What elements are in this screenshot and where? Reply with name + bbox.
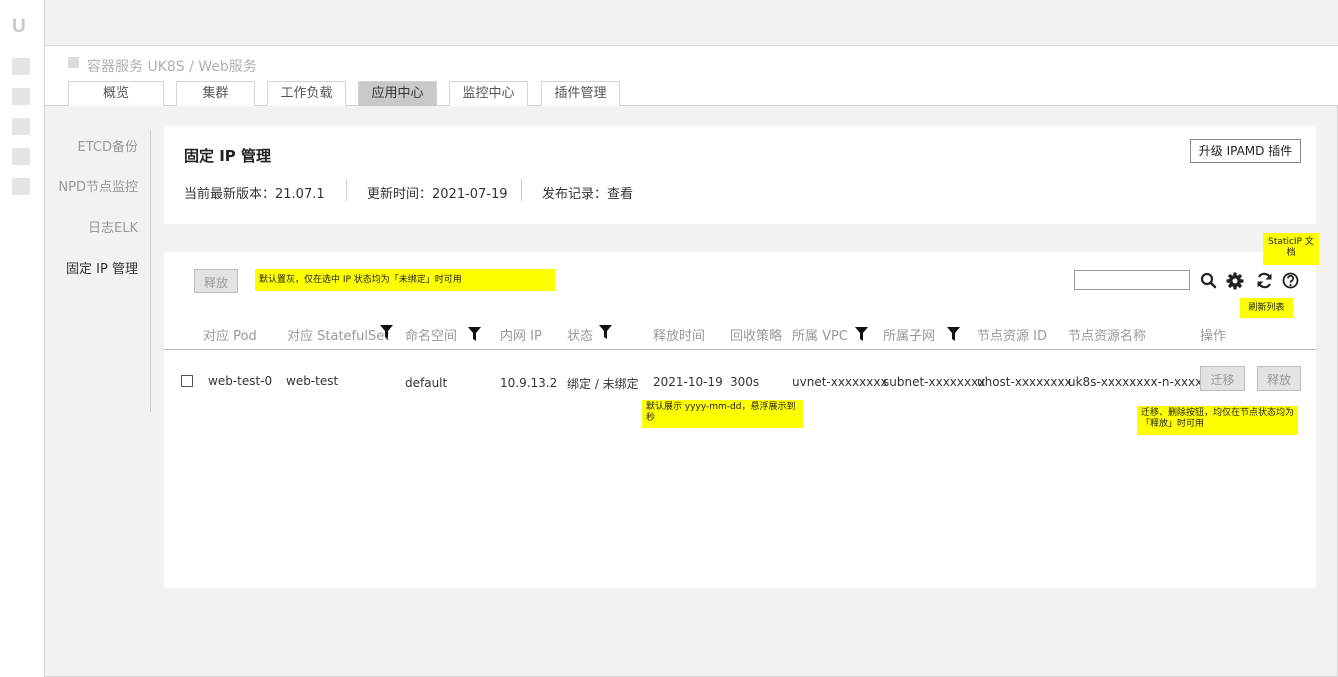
table-card: 释放 默认置灰，仅在选中 IP 状态均为「未绑定」时可用 StaticIP 文档…	[164, 233, 1319, 588]
migrate-button[interactable]: 迁移	[1200, 366, 1245, 391]
cell-namespace: default	[405, 376, 448, 390]
tab-app-center[interactable]: 应用中心	[358, 81, 437, 106]
filter-icon[interactable]	[855, 327, 868, 341]
help-icon[interactable]	[1282, 272, 1299, 289]
col-pod: 对应 Pod	[203, 329, 257, 344]
row-release-button[interactable]: 释放	[1257, 366, 1301, 391]
subnav-etcd-backup[interactable]: ETCD备份	[78, 136, 138, 155]
cell-statefulset: web-test	[286, 374, 339, 388]
filter-icon[interactable]	[380, 325, 393, 339]
subnav-log-elk[interactable]: 日志ELK	[88, 217, 138, 236]
tab-cluster[interactable]: 集群	[176, 81, 255, 106]
divider	[346, 179, 347, 201]
logo: U	[12, 16, 26, 37]
service-icon	[68, 56, 79, 68]
col-statefulset: 对应 StatefulSet	[287, 329, 390, 344]
col-ip: 内网 IP	[500, 329, 542, 344]
staticip-doc-note[interactable]: StaticIP 文档	[1263, 233, 1319, 265]
upgrade-ipamd-button[interactable]: 升级 IPAMD 插件	[1190, 139, 1301, 163]
top-bar	[45, 0, 1338, 46]
cell-node-name: uk8s-xxxxxxxx-n-xxxxx	[1068, 375, 1210, 389]
subnav-fixed-ip[interactable]: 固定 IP 管理	[66, 258, 138, 277]
ops-note: 迁移、删除按钮，均仅在节点状态均为「释放」时可用	[1137, 406, 1298, 435]
page-header: 容器服务 UK8S / Web服务 概览 集群 工作负载 应用中心 监控中心 插…	[45, 46, 1338, 106]
tab-overview[interactable]: 概览	[68, 81, 164, 106]
col-node-name: 节点资源名称	[1068, 329, 1147, 344]
cell-release-time: 2021-10-19	[653, 375, 723, 389]
subnav-divider	[150, 130, 151, 412]
time-format-note: 默认展示 yyyy-mm-dd，悬浮展示到秒	[642, 400, 803, 428]
refresh-list-note: 刷新列表	[1240, 298, 1293, 318]
filter-icon[interactable]	[468, 327, 481, 341]
col-actions: 操作	[1200, 329, 1227, 344]
nav-icon-1[interactable]	[12, 58, 30, 75]
refresh-icon[interactable]	[1256, 272, 1273, 289]
left-sidebar: U	[0, 0, 45, 677]
row-checkbox[interactable]	[181, 375, 193, 387]
col-namespace: 命名空间	[405, 329, 458, 344]
subnav-npd-monitor[interactable]: NPD节点监控	[58, 176, 138, 195]
cell-ip: 10.9.13.2	[500, 376, 558, 390]
filter-icon[interactable]	[599, 325, 612, 339]
cell-subnet: subnet-xxxxxxxx	[883, 375, 986, 389]
nav-icon-4[interactable]	[12, 148, 30, 165]
col-status: 状态	[567, 329, 594, 344]
col-node-id: 节点资源 ID	[977, 329, 1047, 344]
table-header-divider	[164, 349, 1316, 350]
release-note: 默认置灰，仅在选中 IP 状态均为「未绑定」时可用	[255, 269, 555, 291]
search-input[interactable]	[1074, 270, 1190, 290]
nav-icon-3[interactable]	[12, 118, 30, 135]
updated-text: 更新时间：2021-07-19	[367, 187, 508, 202]
col-release-time: 释放时间	[653, 329, 706, 344]
gear-icon[interactable]	[1226, 272, 1244, 290]
divider	[521, 179, 522, 201]
breadcrumb-text: 容器服务 UK8S / Web服务	[87, 59, 257, 75]
nav-icon-2[interactable]	[12, 88, 30, 105]
tab-workload[interactable]: 工作负载	[267, 81, 346, 106]
tab-plugins[interactable]: 插件管理	[541, 81, 620, 106]
page-title: 固定 IP 管理	[184, 147, 272, 165]
sub-navigation: ETCD备份 NPD节点监控 日志ELK 固定 IP 管理	[45, 107, 151, 677]
cell-policy: 300s	[730, 375, 760, 389]
nav-icon-5[interactable]	[12, 178, 30, 195]
cell-status: 绑定 / 未绑定	[567, 377, 639, 391]
filter-icon[interactable]	[947, 327, 960, 341]
release-button[interactable]: 释放	[194, 269, 238, 293]
col-policy: 回收策略	[730, 329, 783, 344]
col-vpc: 所属 VPC	[792, 329, 848, 344]
cell-node-id: uhost-xxxxxxxx	[977, 375, 1072, 389]
version-text: 当前最新版本：21.07.1	[184, 187, 325, 202]
cell-vpc: uvnet-xxxxxxxx	[792, 375, 888, 389]
release-record-link[interactable]: 发布记录：查看	[542, 183, 633, 202]
search-icon[interactable]	[1200, 272, 1217, 289]
col-subnet: 所属子网	[883, 329, 936, 344]
info-card: 固定 IP 管理 当前最新版本：21.07.1 更新时间：2021-07-19 …	[164, 126, 1316, 224]
breadcrumb: 容器服务 UK8S / Web服务	[68, 56, 257, 76]
tab-monitor[interactable]: 监控中心	[449, 81, 528, 106]
cell-pod: web-test-0	[208, 374, 273, 388]
